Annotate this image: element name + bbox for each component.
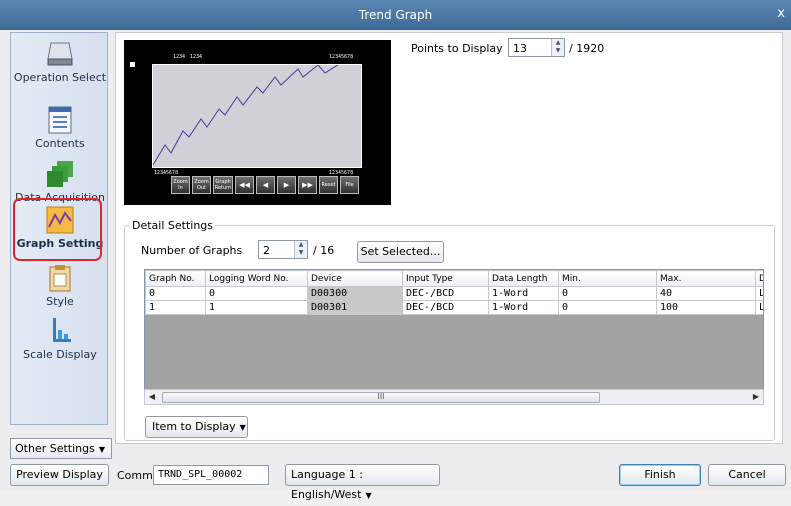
column-header[interactable]: Graph No. [145,270,206,287]
step-forward-button[interactable]: ▶ [277,176,296,194]
document-list-icon [48,106,72,134]
chevron-down-icon: ▼ [365,491,372,500]
table-cell[interactable]: 0 [558,286,657,301]
points-max: / 1920 [569,42,605,55]
table-cell[interactable]: 1-Word [488,300,559,315]
stacked-green-squares-icon [47,161,73,187]
other-settings-dropdown[interactable]: Other Settings ▼ [10,438,112,459]
table-cell[interactable]: Li [755,300,763,315]
item-to-display-label: Item to Display [152,420,236,433]
table-cell[interactable]: 100 [656,300,756,315]
preview-header-right: 12345678 [329,54,354,60]
column-header[interactable]: Logging Word No. [205,270,308,287]
language-dropdown[interactable]: Language 1 : English/West ▼ [285,464,440,501]
number-of-graphs-label: Number of Graphs [141,244,243,257]
set-selected-button[interactable]: Set Selected... [357,241,444,263]
file-button[interactable]: File [340,176,359,194]
table-row[interactable]: 0 0 D00300 DEC-/BCD 1-Word 0 40 Li [145,286,763,301]
zoom-out-button[interactable]: Zoom Out [192,176,211,194]
other-settings-label: Other Settings [15,442,95,455]
detail-settings-title: Detail Settings [130,219,216,232]
sidebar-item-label: Style [46,295,74,308]
table-cell[interactable]: D00301 [307,300,403,315]
sidebar-item-contents[interactable]: Contents [11,105,109,150]
clipboard-icon [49,265,71,292]
column-header[interactable]: Data Length [488,270,559,287]
table-cell[interactable]: 1 [145,300,206,315]
table-cell[interactable]: 1 [205,300,308,315]
chevron-down-icon: ▼ [98,445,106,454]
column-header[interactable]: Max. [656,270,756,287]
table-cell[interactable]: Li [755,286,763,301]
chevron-down-icon: ▼ [239,423,246,432]
scale-bars-icon [53,318,71,342]
points-value: 13 [513,42,527,55]
column-header[interactable]: D [755,270,763,287]
table-cell[interactable]: 0 [205,286,308,301]
comm-field[interactable]: TRND_SPL_00002 [153,465,269,485]
language-label: Language 1 : English/West [291,468,363,501]
column-header[interactable]: Input Type [402,270,489,287]
preview-header-left-b: 1234 [190,54,203,60]
graph-preview: 1234 1234 12345678 12345678 12345678 Zoo… [124,40,391,205]
horizontal-scrollbar[interactable]: ◀ III ▶ [144,389,764,405]
spinner-arrows-icon[interactable]: ▲ ▼ [294,241,307,258]
table-cell[interactable]: DEC-/BCD [402,300,489,315]
points-to-display-label: Points to Display [411,42,503,55]
sidebar-item-style[interactable]: Style [11,263,109,308]
cancel-button[interactable]: Cancel [708,464,786,486]
preview-display-button[interactable]: Preview Display [10,464,109,486]
zoom-in-button[interactable]: Zoom In [171,176,190,194]
preview-header-left-a: 1234 [173,54,186,60]
close-icon[interactable]: x [777,6,785,21]
printer-icon [47,42,73,66]
trend-line [152,60,364,166]
scrollbar-grip: III [377,392,385,401]
title-bar: Trend Graph x [0,0,791,30]
fast-forward-button[interactable]: ▶▶ [298,176,317,194]
table-header-row: Graph No. Logging Word No. Device Input … [145,270,763,287]
scroll-left-icon[interactable]: ◀ [145,390,159,404]
window-title: Trend Graph [358,8,433,22]
table-cell[interactable]: D00300 [307,286,403,301]
sidebar-item-label: Scale Display [23,348,97,361]
scrollbar-thumb[interactable]: III [162,392,600,403]
table-cell[interactable]: DEC-/BCD [402,286,489,301]
fast-rewind-button[interactable]: ◀◀ [235,176,254,194]
column-header[interactable]: Min. [558,270,657,287]
number-of-graphs-value: 2 [263,244,270,257]
number-of-graphs-spinner[interactable]: 2 ▲ ▼ [258,240,308,259]
step-back-button[interactable]: ◀ [256,176,275,194]
reset-button[interactable]: Reset [319,176,338,194]
comm-label: Comm [117,469,153,482]
spinner-arrows-icon[interactable]: ▲ ▼ [551,39,564,56]
selection-highlight [13,198,102,261]
table-cell[interactable]: 0 [145,286,206,301]
graph-settings-table: Graph No. Logging Word No. Device Input … [144,269,764,405]
item-to-display-dropdown[interactable]: Item to Display ▼ [145,416,248,438]
table-cell[interactable]: 40 [656,286,756,301]
table-cell[interactable]: 1-Word [488,286,559,301]
graph-return-button[interactable]: Graph Return [213,176,233,194]
sidebar-item-scale-display[interactable]: Scale Display [11,316,109,361]
table-cell[interactable]: 0 [558,300,657,315]
marker-icon [130,62,135,67]
sidebar-item-label: Operation Select [13,71,107,84]
number-of-graphs-max: / 16 [313,244,335,257]
sidebar-item-label: Contents [35,137,85,150]
column-header[interactable]: Device [307,270,403,287]
preview-plot-area [152,60,364,168]
points-to-display-spinner[interactable]: 13 ▲ ▼ [508,38,565,57]
finish-button[interactable]: Finish [619,464,701,486]
table-row[interactable]: 1 1 D00301 DEC-/BCD 1-Word 0 100 Li [145,300,763,315]
sidebar-item-operation-select[interactable]: Operation Select [11,39,109,84]
scroll-right-icon[interactable]: ▶ [749,390,763,404]
